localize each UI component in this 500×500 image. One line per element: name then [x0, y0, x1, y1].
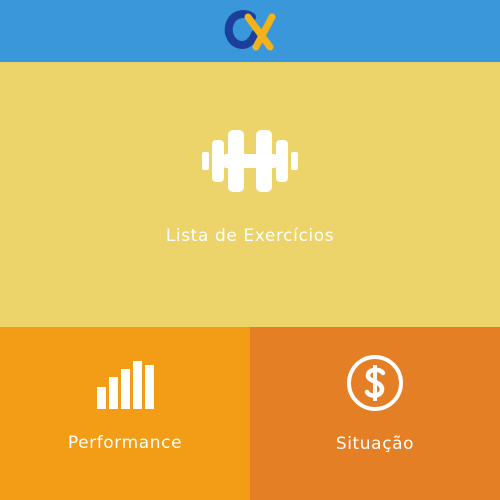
- performance-label: Performance: [67, 433, 183, 453]
- performance-tile[interactable]: Performance: [0, 327, 250, 500]
- bar-chart-icon: [97, 361, 154, 409]
- status-tile[interactable]: Situação: [250, 327, 500, 500]
- app-header: [0, 0, 500, 62]
- dumbbell-icon: [202, 130, 298, 192]
- exercise-list-label: Lista de Exercícios: [165, 226, 335, 246]
- dollar-circle-icon: [347, 355, 403, 411]
- exercise-list-tile[interactable]: Lista de Exercícios: [0, 62, 500, 327]
- ox-logo-icon[interactable]: [222, 7, 282, 55]
- status-label: Situação: [335, 434, 415, 454]
